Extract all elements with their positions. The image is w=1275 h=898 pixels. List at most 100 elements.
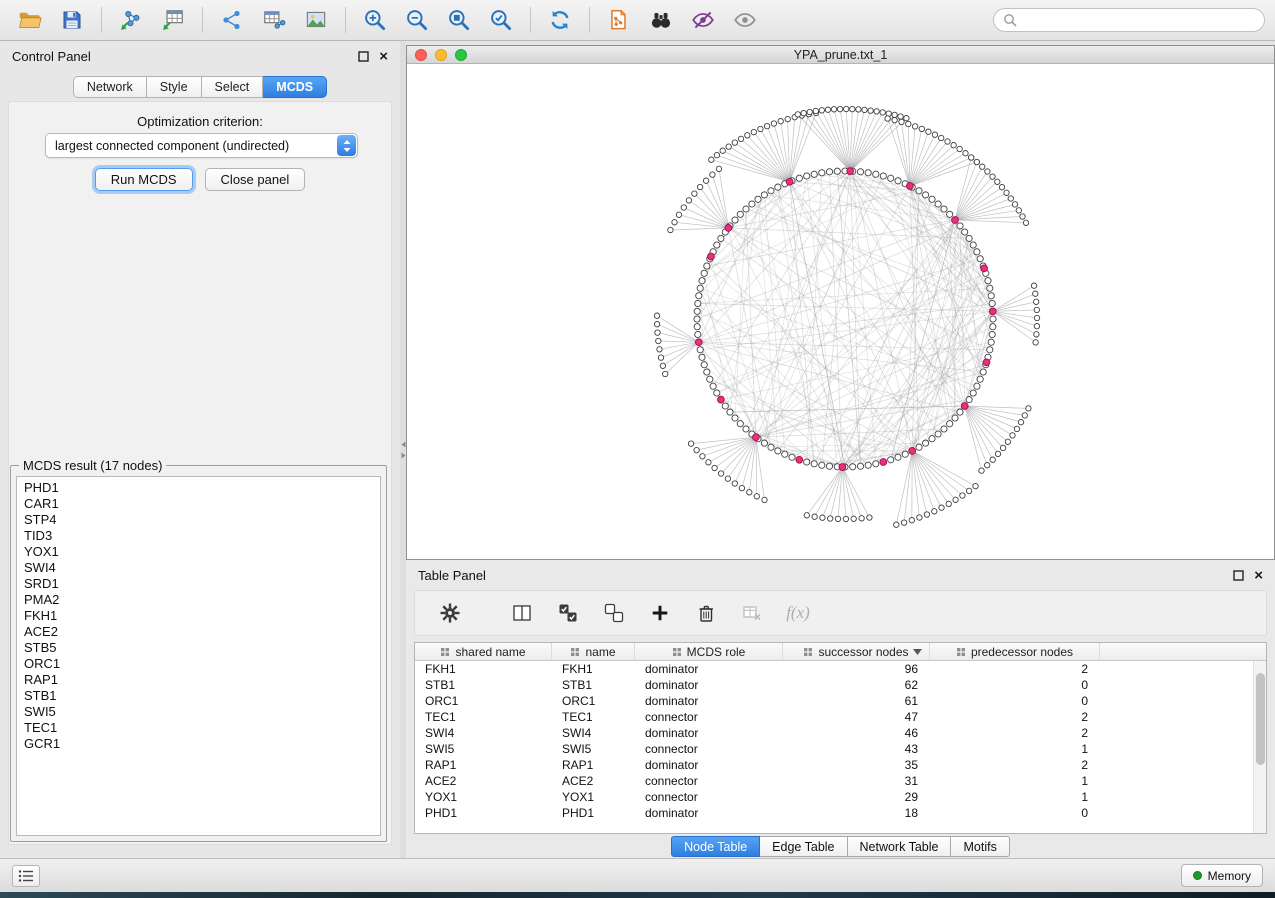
column-header-name[interactable]: name [552,643,635,660]
criterion-dropdown[interactable]: largest connected component (undirected) [45,133,358,158]
mcds-result-item[interactable]: TEC1 [17,720,380,736]
mcds-result-item[interactable]: PHD1 [17,480,380,496]
table-row[interactable]: ORC1ORC1dominator610 [415,693,1253,709]
network-graph[interactable] [407,64,1274,559]
table-row[interactable]: FKH1FKH1dominator962 [415,661,1253,677]
float-control-panel-button[interactable] [358,51,369,62]
open-file-button[interactable] [10,3,50,37]
mcds-result-item[interactable]: FKH1 [17,608,380,624]
network-table-icon [261,7,287,33]
function-builder-button[interactable]: f(x) [783,598,813,628]
mcds-result-list[interactable]: PHD1CAR1STP4TID3YOX1SWI4SRD1PMA2FKH1ACE2… [16,476,381,836]
column-header-shared-name[interactable]: shared name [415,643,552,660]
mcds-result-item[interactable]: STB5 [17,640,380,656]
search-network-button[interactable] [641,3,681,37]
cell-shared-name: TEC1 [415,710,552,724]
mcds-result-item[interactable]: YOX1 [17,544,380,560]
table-row[interactable]: PHD1PHD1dominator180 [415,805,1253,821]
table-row[interactable]: SWI5SWI5connector431 [415,741,1253,757]
mcds-result-item[interactable]: ACE2 [17,624,380,640]
mcds-result-item[interactable]: PMA2 [17,592,380,608]
tab-motifs[interactable]: Motifs [951,836,1009,857]
mcds-result-item[interactable]: ORC1 [17,656,380,672]
zoom-out-button[interactable] [397,3,437,37]
run-mcds-button[interactable]: Run MCDS [95,168,193,191]
clone-network-button[interactable] [599,3,639,37]
table-row[interactable]: STB1STB1dominator620 [415,677,1253,693]
cell-mcds-role: dominator [635,678,783,692]
mcds-result-item[interactable]: SWI5 [17,704,380,720]
cell-shared-name: YOX1 [415,790,552,804]
control-panel-titlebar: Control Panel × [0,41,400,71]
cell-name: STB1 [552,678,635,692]
mcds-result-item[interactable]: SRD1 [17,576,380,592]
tab-style[interactable]: Style [147,76,202,98]
table-row[interactable]: SWI4SWI4dominator462 [415,725,1253,741]
mcds-result-item[interactable]: STB1 [17,688,380,704]
import-table-button[interactable] [153,3,193,37]
sort-caret-icon[interactable] [913,649,922,655]
mcds-result-item[interactable]: TID3 [17,528,380,544]
table-settings-button[interactable] [435,598,465,628]
tab-edge-table[interactable]: Edge Table [760,836,847,857]
mcds-result-item[interactable]: CAR1 [17,496,380,512]
mcds-result-item[interactable]: GCR1 [17,736,380,752]
cell-mcds-role: connector [635,710,783,724]
search-input[interactable] [1023,13,1255,27]
export-image-button[interactable] [296,3,336,37]
hide-selected-button[interactable] [683,3,723,37]
delete-column-button[interactable] [691,598,721,628]
window-minimize-button[interactable] [435,49,447,61]
zoom-selected-button[interactable] [481,3,521,37]
tab-select[interactable]: Select [202,76,264,98]
network-window-titlebar[interactable]: YPA_prune.txt_1 [407,46,1274,64]
table-row[interactable]: ACE2ACE2connector311 [415,773,1253,789]
network-canvas[interactable] [407,64,1274,559]
cell-shared-name: SWI5 [415,742,552,756]
mcds-result-item[interactable]: RAP1 [17,672,380,688]
close-control-panel-button[interactable]: × [379,49,388,64]
mcds-result-item[interactable]: SWI4 [17,560,380,576]
table-scrollbar[interactable] [1253,661,1266,833]
tab-network-table[interactable]: Network Table [848,836,952,857]
plus-icon [650,603,670,623]
column-header-mcds-role[interactable]: MCDS role [635,643,783,660]
zoom-in-button[interactable] [355,3,395,37]
memory-button[interactable]: Memory [1181,864,1263,887]
column-header-successor-nodes[interactable]: successor nodes [783,643,930,660]
table-row[interactable]: RAP1RAP1dominator352 [415,757,1253,773]
float-table-panel-button[interactable] [1233,570,1244,581]
delete-table-icon [741,602,763,624]
tab-network[interactable]: Network [73,76,147,98]
column-header-predecessor-nodes[interactable]: predecessor nodes [930,643,1100,660]
show-all-button[interactable] [725,3,765,37]
select-all-rows-button[interactable] [553,598,583,628]
show-columns-button[interactable] [507,598,537,628]
export-network-button[interactable] [212,3,252,37]
window-close-button[interactable] [415,49,427,61]
tab-node-table[interactable]: Node Table [671,836,760,857]
add-column-button[interactable] [645,598,675,628]
save-icon [60,8,84,32]
column-type-icon [570,647,580,657]
close-table-panel-button[interactable]: × [1254,568,1263,583]
close-mcds-panel-button[interactable]: Close panel [205,168,306,191]
export-table-button[interactable] [254,3,294,37]
window-zoom-button[interactable] [455,49,467,61]
deselect-all-rows-button[interactable] [599,598,629,628]
table-panel: Table Panel × f(x) shared namenameMCDS r… [406,560,1275,858]
panel-menu-button[interactable] [12,865,40,887]
import-network-button[interactable] [111,3,151,37]
table-row[interactable]: TEC1TEC1connector472 [415,709,1253,725]
save-session-button[interactable] [52,3,92,37]
table-row[interactable]: YOX1YOX1connector291 [415,789,1253,805]
column-type-icon [803,647,813,657]
delete-table-button[interactable] [737,598,767,628]
zoom-fit-button[interactable] [439,3,479,37]
mcds-result-item[interactable]: STP4 [17,512,380,528]
scrollbar-thumb[interactable] [1256,673,1265,765]
column-type-icon [956,647,966,657]
refresh-view-button[interactable] [540,3,580,37]
search-box[interactable] [993,8,1265,32]
tab-mcds[interactable]: MCDS [263,76,327,98]
